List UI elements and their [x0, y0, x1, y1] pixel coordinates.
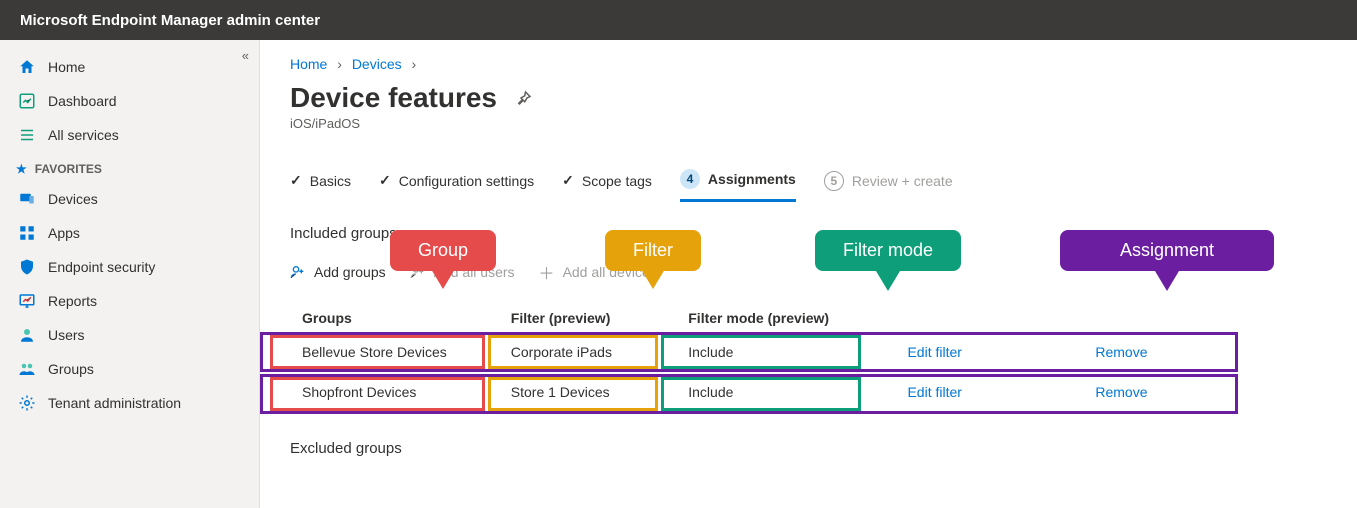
sidebar-item-users[interactable]: Users	[0, 318, 259, 352]
sidebar-item-all-services[interactable]: All services	[0, 118, 259, 152]
check-icon: ✓	[290, 172, 302, 189]
edit-filter-link[interactable]: Edit filter	[895, 372, 1083, 412]
sidebar-item-label: Home	[48, 59, 85, 75]
sidebar-item-reports[interactable]: Reports	[0, 284, 259, 318]
annotation-filter-mode: Filter mode	[815, 230, 961, 271]
table-row: Shopfront Devices Store 1 Devices Includ…	[290, 372, 1240, 412]
list-icon	[18, 126, 36, 144]
step-number-badge: 5	[824, 171, 844, 191]
cell-group: Bellevue Store Devices	[290, 332, 499, 372]
check-icon: ✓	[379, 172, 391, 189]
sidebar-item-label: Apps	[48, 225, 80, 241]
sidebar-item-dashboard[interactable]: Dashboard	[0, 84, 259, 118]
wizard-step-assignments[interactable]: 4 Assignments	[680, 169, 796, 202]
wizard-step-scope[interactable]: ✓ Scope tags	[562, 172, 652, 199]
sidebar-item-home[interactable]: Home	[0, 50, 259, 84]
pin-icon[interactable]	[515, 89, 533, 107]
sidebar-favorites-header: ★ FAVORITES	[0, 152, 259, 182]
annotation-group: Group	[390, 230, 496, 271]
step-number-badge: 4	[680, 169, 700, 189]
wizard-step-config[interactable]: ✓ Configuration settings	[379, 172, 534, 199]
cell-filter: Corporate iPads	[499, 332, 676, 372]
devices-icon	[18, 190, 36, 208]
sidebar-item-label: Endpoint security	[48, 259, 155, 275]
page-subtitle: iOS/iPadOS	[290, 116, 1327, 131]
sidebar-item-devices[interactable]: Devices	[0, 182, 259, 216]
check-icon: ✓	[562, 172, 574, 189]
add-groups-button[interactable]: Add groups	[290, 260, 386, 284]
annotation-filter: Filter	[605, 230, 701, 271]
plus-icon: ＋	[539, 260, 555, 284]
cell-mode: Include	[676, 372, 895, 412]
wizard-steps: ✓ Basics ✓ Configuration settings ✓ Scop…	[290, 169, 1327, 203]
col-filter: Filter (preview)	[499, 304, 676, 332]
chevron-right-icon: ›	[337, 56, 342, 72]
sidebar-item-groups[interactable]: Groups	[0, 352, 259, 386]
main-content: Home › Devices › Device features iOS/iPa…	[260, 40, 1357, 508]
user-icon	[18, 326, 36, 344]
sidebar-item-label: Reports	[48, 293, 97, 309]
col-edit	[895, 304, 1083, 332]
remove-link[interactable]: Remove	[1083, 332, 1240, 372]
col-remove	[1083, 304, 1240, 332]
home-icon	[18, 58, 36, 76]
gear-icon	[18, 394, 36, 412]
chevron-right-icon: ›	[412, 56, 417, 72]
sidebar-item-label: Devices	[48, 191, 98, 207]
sidebar-item-label: All services	[48, 127, 119, 143]
annotation-assignment: Assignment	[1060, 230, 1274, 271]
breadcrumb: Home › Devices ›	[290, 56, 1327, 72]
breadcrumb-home[interactable]: Home	[290, 56, 327, 72]
sidebar-item-label: Tenant administration	[48, 395, 181, 411]
app-title: Microsoft Endpoint Manager admin center	[20, 12, 320, 29]
wizard-step-review[interactable]: 5 Review + create	[824, 171, 953, 201]
assignments-table: Groups Filter (preview) Filter mode (pre…	[290, 304, 1240, 412]
col-groups: Groups	[290, 304, 499, 332]
assignments-table-wrap: Groups Filter (preview) Filter mode (pre…	[290, 304, 1327, 412]
sidebar-item-label: Dashboard	[48, 93, 117, 109]
page-title: Device features	[290, 82, 497, 114]
shield-icon	[18, 258, 36, 276]
dashboard-icon	[18, 92, 36, 110]
cell-mode: Include	[676, 332, 895, 372]
col-filter-mode: Filter mode (preview)	[676, 304, 895, 332]
edit-filter-link[interactable]: Edit filter	[895, 332, 1083, 372]
reports-icon	[18, 292, 36, 310]
star-icon: ★	[16, 162, 27, 176]
sidebar-item-endpoint-security[interactable]: Endpoint security	[0, 250, 259, 284]
table-row: Bellevue Store Devices Corporate iPads I…	[290, 332, 1240, 372]
sidebar-item-tenant-admin[interactable]: Tenant administration	[0, 386, 259, 420]
app-header: Microsoft Endpoint Manager admin center	[0, 0, 1357, 40]
cell-group: Shopfront Devices	[290, 372, 499, 412]
cell-filter: Store 1 Devices	[499, 372, 676, 412]
sidebar: « Home Dashboard All services ★ FAVORITE…	[0, 40, 260, 508]
sidebar-item-label: Users	[48, 327, 85, 343]
person-add-icon	[290, 264, 306, 280]
breadcrumb-devices[interactable]: Devices	[352, 56, 402, 72]
groups-icon	[18, 360, 36, 378]
excluded-groups-label: Excluded groups	[290, 440, 1327, 457]
collapse-sidebar-icon[interactable]: «	[242, 48, 249, 63]
wizard-step-basics[interactable]: ✓ Basics	[290, 172, 351, 199]
remove-link[interactable]: Remove	[1083, 372, 1240, 412]
sidebar-item-label: Groups	[48, 361, 94, 377]
sidebar-item-apps[interactable]: Apps	[0, 216, 259, 250]
apps-icon	[18, 224, 36, 242]
